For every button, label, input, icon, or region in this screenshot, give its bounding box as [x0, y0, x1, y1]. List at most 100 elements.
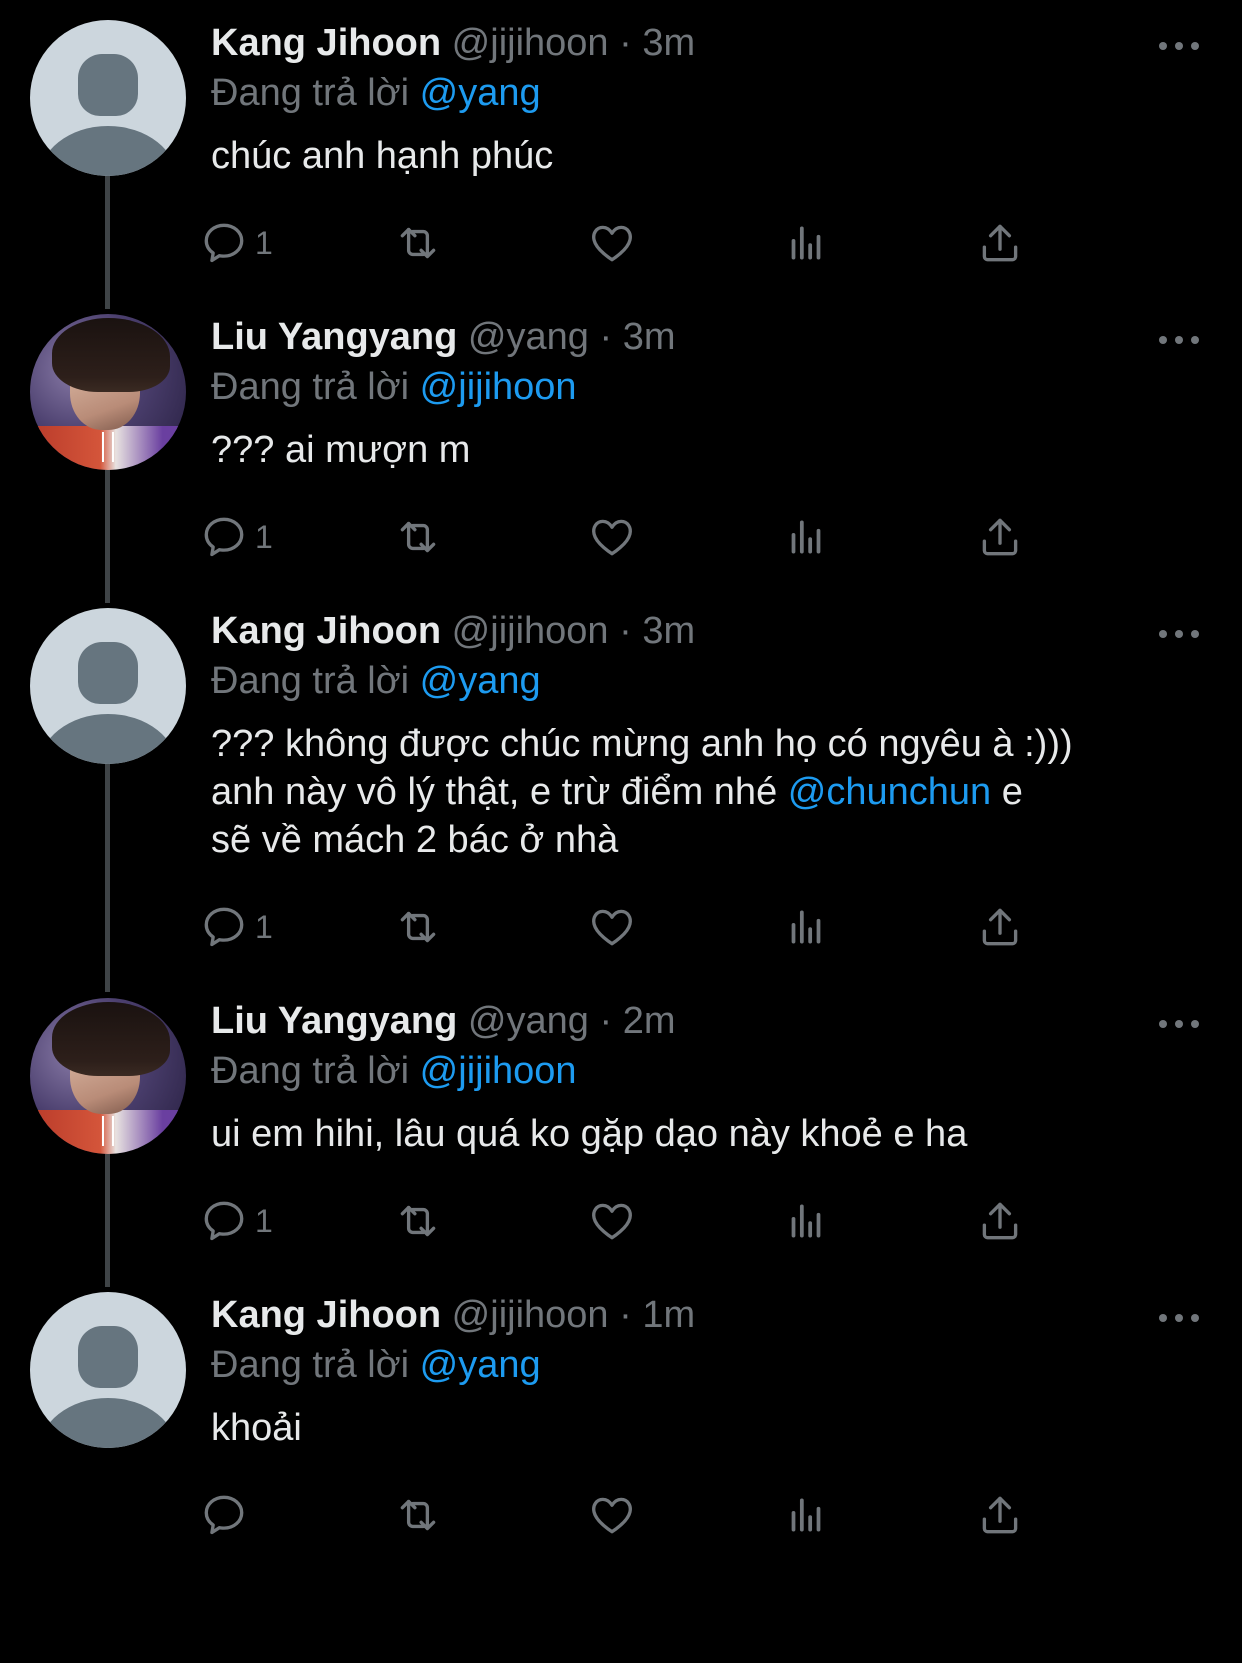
default-avatar-body: [38, 1398, 178, 1448]
display-name[interactable]: Kang Jihoon: [211, 1294, 441, 1336]
timestamp[interactable]: 3m: [642, 610, 695, 652]
like-button[interactable]: [587, 215, 637, 271]
share-button[interactable]: [975, 899, 1025, 955]
heart-icon: [592, 909, 632, 946]
user-handle[interactable]: @jijihoon: [452, 610, 609, 652]
retweet-icon: [400, 1499, 436, 1531]
display-name[interactable]: Kang Jihoon: [211, 610, 441, 652]
share-button[interactable]: [975, 509, 1025, 565]
tweet-header: Liu Yangyang @yang · 3m: [211, 312, 1201, 362]
analytics-icon: [791, 1498, 821, 1532]
replying-to: Đang trả lời @yang: [211, 68, 1201, 118]
tweet-text-segment: ui em hihi, lâu quá ko gặp dạo này khoẻ …: [211, 1113, 968, 1155]
tweet-content: Kang Jihoon @jijihoon · 3m Đang trả lời …: [211, 18, 1201, 180]
reply-thread: Kang Jihoon @jijihoon · 3m Đang trả lời …: [0, 0, 1242, 1663]
more-icon[interactable]: [1159, 1310, 1199, 1324]
tweet-text-line: anh này vô lý thật, e trừ điểm nhé @chun…: [211, 768, 1201, 816]
tweet-text: chúc anh hạnh phúc: [211, 132, 1201, 180]
separator-dot: ·: [619, 1294, 632, 1336]
retweet-icon: [400, 521, 436, 553]
tweet-text: ui em hihi, lâu quá ko gặp dạo này khoẻ …: [211, 1110, 1201, 1158]
profile-photo-hair: [52, 318, 170, 392]
like-button[interactable]: [587, 899, 637, 955]
tweet-content: Kang Jihoon @jijihoon · 1m Đang trả lời …: [211, 1290, 1201, 1452]
user-handle[interactable]: @yang: [468, 316, 589, 358]
replying-to: Đang trả lời @yang: [211, 656, 1201, 706]
like-button[interactable]: [587, 1487, 637, 1543]
retweet-icon: [400, 911, 436, 943]
display-name[interactable]: Liu Yangyang: [211, 1000, 457, 1042]
more-icon[interactable]: [1159, 332, 1199, 346]
more-icon[interactable]: [1159, 38, 1199, 52]
separator-dot: ·: [619, 610, 632, 652]
user-handle[interactable]: @jijihoon: [452, 22, 609, 64]
analytics-icon: [791, 520, 821, 554]
retweet-button[interactable]: [393, 1487, 443, 1543]
views-button[interactable]: [781, 509, 831, 565]
tweet-text: ??? ai mượn m: [211, 426, 1201, 474]
retweet-button[interactable]: [393, 1193, 443, 1249]
share-button[interactable]: [975, 1193, 1025, 1249]
reply-button[interactable]: 1: [199, 215, 273, 271]
reply-icon: [204, 223, 244, 263]
display-name[interactable]: Kang Jihoon: [211, 22, 441, 64]
retweet-button[interactable]: [393, 215, 443, 271]
share-icon: [982, 1202, 1018, 1240]
analytics-icon: [791, 226, 821, 260]
reply-icon: [204, 1495, 244, 1535]
tweet-content: Liu Yangyang @yang · 3m Đang trả lời @ji…: [211, 312, 1201, 474]
mention-link[interactable]: @yang: [420, 660, 541, 702]
timestamp[interactable]: 3m: [623, 316, 676, 358]
tweet-header: Liu Yangyang @yang · 2m: [211, 996, 1201, 1046]
tweet-header: Kang Jihoon @jijihoon · 1m: [211, 1290, 1201, 1340]
profile-photo-lace: [102, 1116, 114, 1146]
retweet-button[interactable]: [393, 509, 443, 565]
replying-to: Đang trả lời @jijihoon: [211, 362, 1201, 412]
retweet-button[interactable]: [393, 899, 443, 955]
share-icon: [982, 1496, 1018, 1534]
tweet-text-segment: sẽ về mách 2 bác ở nhà: [211, 819, 619, 861]
display-name[interactable]: Liu Yangyang: [211, 316, 457, 358]
mention-link[interactable]: @yang: [420, 72, 541, 114]
tweet-header: Kang Jihoon @jijihoon · 3m: [211, 18, 1201, 68]
share-button[interactable]: [975, 1487, 1025, 1543]
avatar[interactable]: [30, 20, 186, 176]
mention-link[interactable]: @chunchun: [788, 771, 991, 813]
tweet-actions: 1: [204, 899, 1201, 955]
retweet-icon: [400, 227, 436, 259]
avatar[interactable]: [30, 998, 186, 1154]
more-icon[interactable]: [1159, 1016, 1199, 1030]
mention-link[interactable]: @jijihoon: [420, 1050, 577, 1092]
views-button[interactable]: [781, 215, 831, 271]
views-button[interactable]: [781, 899, 831, 955]
replying-to-label: Đang trả lời: [211, 72, 410, 114]
more-icon[interactable]: [1159, 626, 1199, 640]
views-button[interactable]: [781, 1193, 831, 1249]
timestamp[interactable]: 2m: [623, 1000, 676, 1042]
avatar[interactable]: [30, 314, 186, 470]
mention-link[interactable]: @jijihoon: [420, 366, 577, 408]
tweet-header: Kang Jihoon @jijihoon · 3m: [211, 606, 1201, 656]
like-button[interactable]: [587, 1193, 637, 1249]
replying-to-label: Đang trả lời: [211, 1344, 410, 1386]
replying-to-label: Đang trả lời: [211, 366, 410, 408]
reply-button[interactable]: 1: [199, 509, 273, 565]
reply-button[interactable]: 1: [199, 1193, 273, 1249]
tweet-text-line: ??? không được chúc mừng anh họ có ngyêu…: [211, 720, 1201, 768]
user-handle[interactable]: @jijihoon: [452, 1294, 609, 1336]
mention-link[interactable]: @yang: [420, 1344, 541, 1386]
heart-icon: [592, 1497, 632, 1534]
timestamp[interactable]: 1m: [642, 1294, 695, 1336]
tweet-actions: 1: [204, 1193, 1201, 1249]
reply-button[interactable]: [199, 1487, 255, 1543]
user-handle[interactable]: @yang: [468, 1000, 589, 1042]
tweet-text-segment: anh này vô lý thật, e trừ điểm nhé: [211, 771, 788, 813]
timestamp[interactable]: 3m: [642, 22, 695, 64]
views-button[interactable]: [781, 1487, 831, 1543]
tweet-text: ??? không được chúc mừng anh họ có ngyêu…: [211, 720, 1201, 864]
avatar[interactable]: [30, 1292, 186, 1448]
like-button[interactable]: [587, 509, 637, 565]
share-button[interactable]: [975, 215, 1025, 271]
reply-button[interactable]: 1: [199, 899, 273, 955]
avatar[interactable]: [30, 608, 186, 764]
